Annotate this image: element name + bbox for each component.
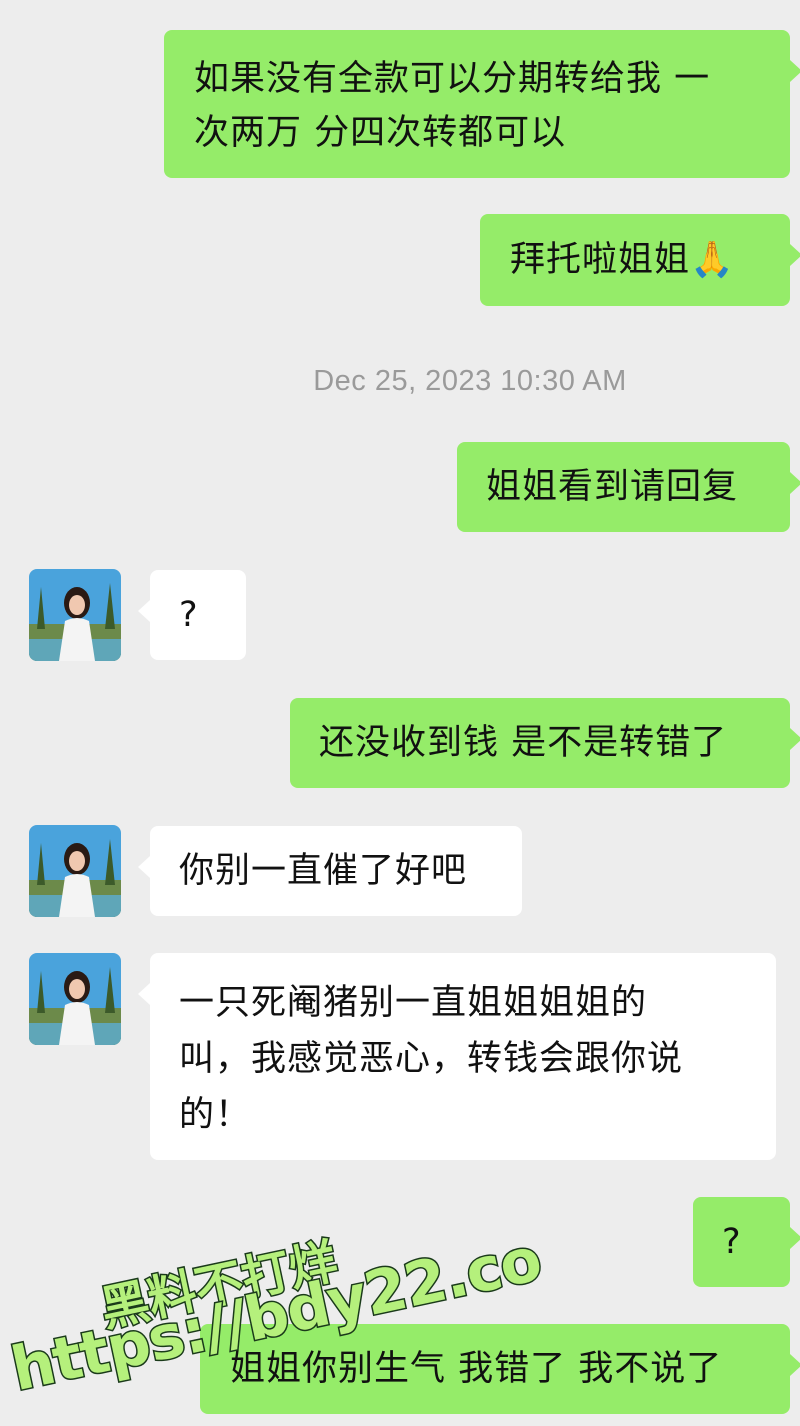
chat-timestamp: Dec 25, 2023 10:30 AM	[313, 365, 627, 397]
message-line: 次两万 分四次转都可以	[194, 113, 567, 153]
message-text: 姐姐你别生气 我错了 我不说了	[230, 1349, 723, 1389]
message-line: 如果没有全款可以分期转给我 一	[194, 59, 711, 99]
chat-area[interactable]: 如果没有全款可以分期转给我 一 次两万 分四次转都可以 拜托啦姐姐🙏 Dec 2…	[0, 0, 800, 1426]
message-line: 一只死阉猪别一直姐姐姐姐的	[179, 983, 648, 1023]
sent-message[interactable]: 还没收到钱 是不是转错了	[290, 698, 800, 788]
message-text: 拜托啦姐姐	[510, 240, 691, 280]
avatar-photo	[29, 825, 121, 917]
sent-message[interactable]: 拜托啦姐姐🙏	[480, 214, 800, 306]
message-text: 你别一直催了好吧	[179, 851, 468, 891]
message-text: ?	[722, 1222, 742, 1262]
sent-message[interactable]: 姐姐看到请回复	[457, 442, 800, 532]
sent-message[interactable]: ?	[693, 1197, 800, 1287]
message-line: 叫，我感觉恶心，转钱会跟你说	[179, 1039, 684, 1079]
sent-message[interactable]: 如果没有全款可以分期转给我 一 次两万 分四次转都可以	[164, 30, 800, 178]
received-message[interactable]: 一只死阉猪别一直姐姐姐姐的 叫，我感觉恶心，转钱会跟你说 的！	[138, 953, 776, 1160]
pray-emoji-icon: 🙏	[690, 240, 735, 280]
message-text: ?	[179, 595, 199, 635]
contact-avatar[interactable]	[29, 825, 121, 917]
contact-avatar[interactable]	[29, 953, 121, 1045]
received-message[interactable]: ?	[138, 570, 246, 660]
message-line: 的！	[179, 1095, 252, 1135]
avatar-photo	[29, 569, 121, 661]
contact-avatar[interactable]	[29, 569, 121, 661]
avatar-photo	[29, 953, 121, 1045]
message-text: 姐姐看到请回复	[486, 467, 739, 507]
message-text: 还没收到钱 是不是转错了	[319, 723, 728, 763]
received-message[interactable]: 你别一直催了好吧	[138, 826, 522, 916]
